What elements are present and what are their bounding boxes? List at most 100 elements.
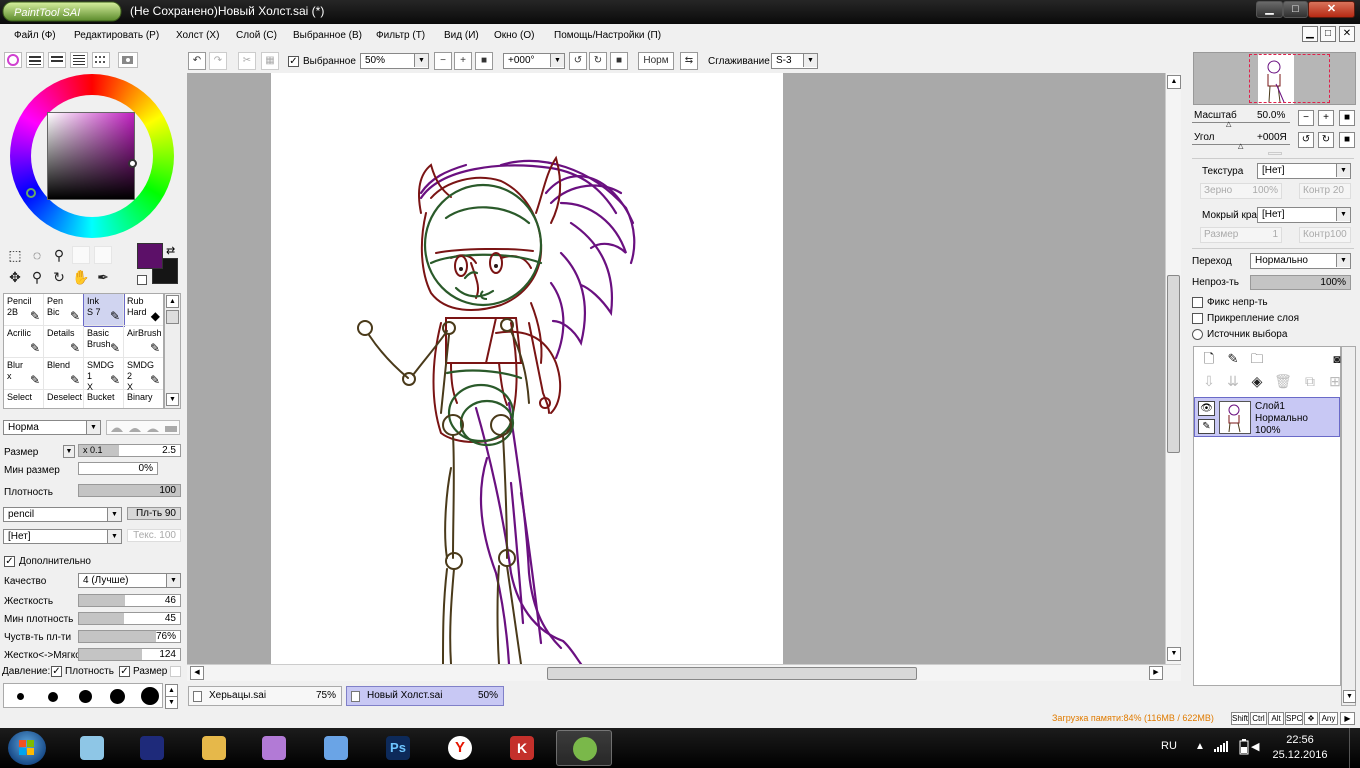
move-icon[interactable]: ✥	[6, 268, 24, 286]
canvas-vertical-scrollbar[interactable]: ▲ ▼	[1165, 73, 1181, 664]
eye-icon[interactable]: 👁	[1198, 401, 1215, 416]
size-slider[interactable]: x 0.1 2.5	[78, 444, 181, 457]
redo-icon[interactable]: ↷	[209, 52, 227, 70]
new-linework-layer-icon[interactable]: ✎	[1224, 350, 1242, 368]
system-clock[interactable]: 22:56 25.12.2016	[1270, 733, 1330, 763]
shape-strength-slider[interactable]: Пл-ть 90	[127, 507, 181, 520]
palette-tab-icon[interactable]	[70, 52, 88, 68]
brush-shape-select[interactable]: pencil ▼	[3, 507, 122, 522]
smoothing-select[interactable]: S-3 ▼	[771, 53, 818, 69]
pressure-size-checkbox[interactable]: ✓	[119, 666, 130, 677]
brush-details[interactable]: Details ✎	[44, 326, 84, 358]
swap-colors-icon[interactable]: ⇄	[166, 244, 175, 257]
zoom-out-icon[interactable]: −	[434, 52, 452, 70]
scale-slider[interactable]	[1192, 122, 1290, 123]
network-signal-icon[interactable]	[1214, 740, 1228, 755]
menu-help[interactable]: Помощь/Настройки (П)	[554, 30, 661, 41]
zoom-select[interactable]: 50% ▼	[360, 53, 429, 69]
start-button[interactable]	[8, 731, 46, 765]
size-preset-dot[interactable]	[141, 687, 159, 705]
rotation-select[interactable]: +000° ▼	[503, 53, 565, 69]
scroll-left-icon[interactable]: ◀	[190, 666, 204, 680]
pressure-extra-checkbox[interactable]	[170, 666, 181, 677]
brush-lock-icon[interactable]: ✎	[1198, 419, 1215, 434]
color-wheel-tab-icon[interactable]	[4, 52, 22, 68]
rotate-reset-icon[interactable]: ■	[610, 52, 628, 70]
taskbar-app-5[interactable]	[308, 730, 364, 766]
taskbar-app-1[interactable]	[64, 730, 120, 766]
quality-select[interactable]: 4 (Лучше) ▼	[78, 573, 181, 588]
lasso-icon[interactable]: ◌	[28, 246, 46, 264]
blend-mode-select[interactable]: Норма ▼	[3, 420, 101, 435]
taskbar-app-8[interactable]: K	[494, 730, 550, 766]
maximize-button[interactable]: □	[1283, 1, 1308, 18]
menu-edit[interactable]: Редактировать (Р)	[74, 30, 159, 41]
brush-blend[interactable]: Blend ✎	[44, 358, 84, 390]
scroll-up-icon[interactable]: ▲	[166, 295, 179, 308]
layer-opacity-slider[interactable]: 100%	[1250, 275, 1351, 290]
vertical-scroll-thumb[interactable]	[1167, 275, 1180, 453]
tray-expand-icon[interactable]: ▲	[1195, 741, 1205, 752]
menu-canvas[interactable]: Холст (Х)	[176, 30, 219, 41]
nav-rotate-reset-icon[interactable]: ■	[1339, 132, 1355, 148]
sv-marker[interactable]	[128, 159, 137, 168]
scroll-down-icon[interactable]: ▼	[1343, 690, 1356, 703]
zoom-reset-icon[interactable]: ■	[475, 52, 493, 70]
nav-rotate-right-icon[interactable]: ↻	[1318, 132, 1334, 148]
hard-soft-slider[interactable]: 124	[78, 648, 181, 661]
hardness-slider[interactable]: 46	[78, 594, 181, 607]
zoom-icon[interactable]: ⚲	[28, 268, 46, 286]
brush-smdg-2[interactable]: SMDG 2 X ✎	[124, 358, 163, 392]
undo-icon[interactable]: ↶	[188, 52, 206, 70]
rotate-right-icon[interactable]: ↻	[589, 52, 607, 70]
taskbar-app-7[interactable]: Y	[432, 730, 488, 766]
taskbar-app-3[interactable]	[186, 730, 242, 766]
menu-file[interactable]: Файл (Ф)	[14, 30, 56, 41]
mdi-close-button[interactable]: ✕	[1339, 26, 1355, 42]
min-size-slider[interactable]: 0%	[78, 462, 158, 475]
clear-layer-icon[interactable]: ◈	[1248, 372, 1266, 390]
volume-icon[interactable]: ◀	[1251, 740, 1259, 753]
navigator-viewport-rect[interactable]	[1249, 54, 1330, 103]
brush-smdg-1[interactable]: SMDG 1 X ✎	[84, 358, 124, 392]
nav-rotate-left-icon[interactable]: ↺	[1298, 132, 1314, 148]
scroll-down-icon[interactable]: ▼	[1167, 647, 1181, 661]
presets-scroll-down-icon[interactable]: ▼	[165, 696, 178, 709]
doc-tab[interactable]: Херьацы.sai 75%	[188, 686, 342, 706]
angle-slider-thumb[interactable]: △	[1238, 142, 1243, 150]
brush-binary[interactable]: Binary	[124, 390, 163, 408]
pressure-density-checkbox[interactable]: ✓	[51, 666, 62, 677]
scroll-thumb[interactable]	[166, 310, 179, 324]
language-indicator[interactable]: RU	[1161, 740, 1177, 752]
saturation-value-square[interactable]	[47, 112, 135, 200]
density-slider[interactable]: 100	[78, 484, 181, 497]
merge-down-icon[interactable]: ⇊	[1224, 372, 1242, 390]
layer-blend-select[interactable]: Нормально ▼	[1250, 253, 1351, 269]
rotate-icon[interactable]: ↻	[50, 268, 68, 286]
wet-edge-select[interactable]: [Нет] ▼	[1257, 207, 1351, 223]
size-preset-dot[interactable]	[17, 693, 24, 700]
brush-select[interactable]: Select	[4, 390, 44, 408]
taskbar-app-6[interactable]: Ps	[370, 730, 426, 766]
brush-eraser-hard[interactable]: Rub Hard ◆	[124, 294, 163, 326]
taskbar-app-9[interactable]	[556, 730, 612, 766]
invert-selection-icon[interactable]: ▦	[261, 52, 279, 70]
show-desktop-button[interactable]	[1349, 728, 1360, 768]
size-multiplier-dropdown[interactable]: ▼	[63, 445, 75, 458]
delete-layer-icon[interactable]: 🗑	[1274, 372, 1292, 390]
rotate-left-icon[interactable]: ↺	[569, 52, 587, 70]
show-selection-checkbox[interactable]: ✓	[288, 56, 299, 67]
hsv-slider-tab-icon[interactable]	[48, 52, 66, 68]
brush-texture-select[interactable]: [Нет] ▼	[3, 529, 122, 544]
close-button[interactable]: ✕	[1308, 1, 1355, 18]
swatches-tab-icon[interactable]	[92, 52, 110, 68]
advanced-checkbox[interactable]: ✓	[4, 556, 15, 567]
battery-icon[interactable]	[1238, 739, 1250, 758]
brush-airbrush[interactable]: AirBrush ✎	[124, 326, 163, 358]
layer-panel-scrollbar[interactable]: ▼	[1341, 346, 1356, 706]
min-density-slider[interactable]: 45	[78, 612, 181, 625]
eyedropper-icon[interactable]: ✒	[94, 268, 112, 286]
nav-zoom-in-icon[interactable]: +	[1318, 110, 1334, 126]
layer-row[interactable]: 👁 ✎ Слой1 Нормально 100%	[1194, 397, 1340, 437]
new-folder-icon[interactable]: 🗀	[1248, 350, 1266, 368]
